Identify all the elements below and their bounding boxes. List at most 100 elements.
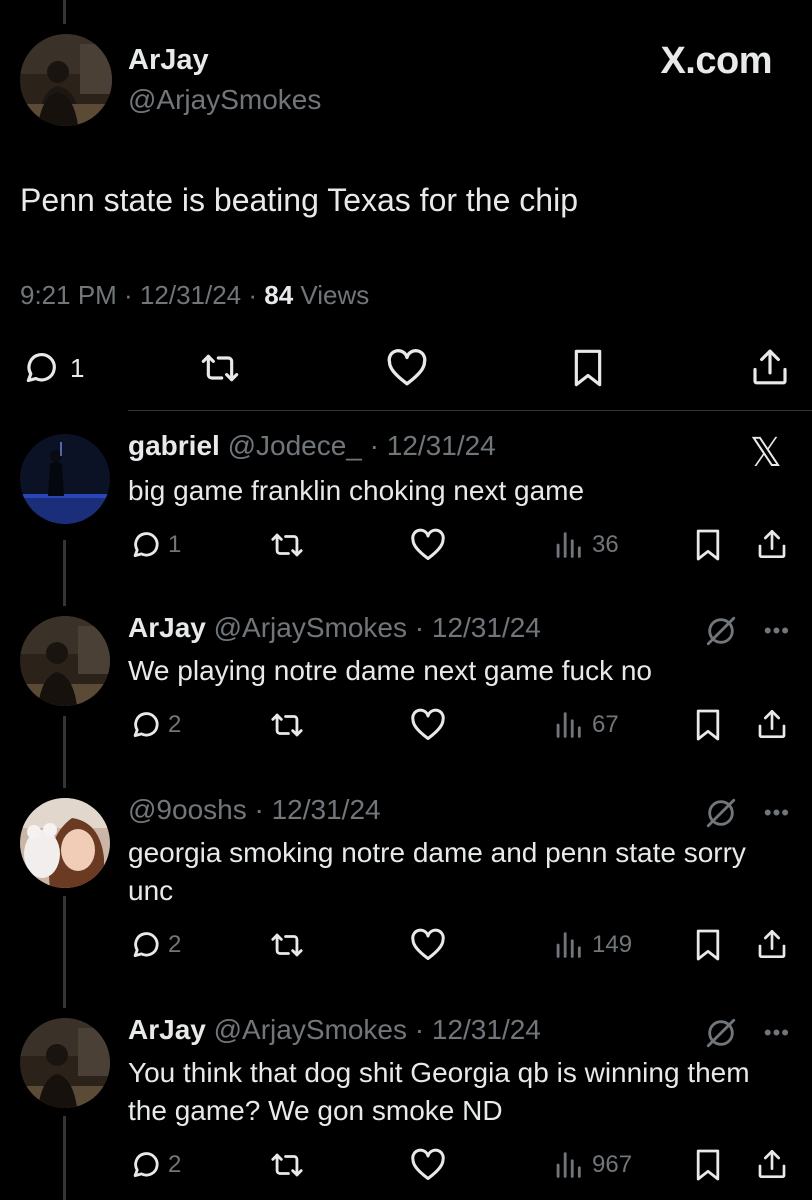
author-name[interactable]: ArJay	[128, 44, 209, 77]
reply-header: ArJay @ArjaySmokes · 12/31/24	[128, 1014, 541, 1046]
bookmark-button[interactable]	[694, 708, 722, 742]
reply-button[interactable]: 2	[128, 708, 181, 742]
heart-icon	[410, 528, 446, 562]
views-button[interactable]: 67	[552, 708, 619, 742]
reply-icon	[128, 1148, 162, 1182]
retweet-button[interactable]	[268, 528, 306, 562]
share-icon	[756, 526, 788, 562]
share-icon	[756, 706, 788, 742]
post-meta: 9:21 PM · 12/31/24 · 84 Views	[20, 280, 369, 311]
views-count: 36	[592, 531, 619, 558]
reply-text: georgia smoking notre dame and penn stat…	[128, 837, 746, 906]
bookmark-button[interactable]	[694, 528, 722, 562]
reply-count: 1	[70, 352, 85, 383]
post-time[interactable]: 9:21 PM · 12/31/24 ·	[20, 280, 264, 310]
retweet-button[interactable]	[268, 1148, 306, 1182]
reply-icon	[128, 528, 162, 562]
bookmark-button[interactable]	[570, 348, 606, 388]
avatar[interactable]	[20, 798, 110, 888]
author-handle-date[interactable]: @ArjaySmokes · 12/31/24	[214, 612, 541, 643]
reply-actions: 1 36	[0, 526, 812, 566]
views-icon	[552, 708, 584, 742]
reply-actions: 2 967	[0, 1146, 812, 1186]
reply-text: big game franklin choking next game	[128, 475, 585, 506]
retweet-icon	[268, 928, 306, 962]
grok-icon[interactable]	[704, 1016, 738, 1055]
reply-text: We playing notre dame next game fuck no	[128, 655, 653, 686]
views-count: 84	[264, 280, 294, 310]
share-icon	[756, 1146, 788, 1182]
share-icon	[756, 926, 788, 962]
post-actions: 1	[0, 344, 812, 394]
like-button[interactable]	[410, 708, 446, 742]
share-button[interactable]	[750, 346, 790, 388]
more-icon[interactable]: •••	[764, 618, 790, 644]
avatar[interactable]	[20, 34, 112, 126]
reply-button[interactable]: 2	[128, 928, 181, 962]
avatar[interactable]	[20, 434, 110, 524]
retweet-button[interactable]	[268, 928, 306, 962]
retweet-icon	[198, 348, 242, 388]
share-button[interactable]	[756, 526, 788, 562]
views-icon	[552, 1148, 584, 1182]
grok-icon[interactable]	[704, 614, 738, 653]
heart-icon	[410, 1148, 446, 1182]
site-watermark: X.com	[660, 40, 772, 82]
bookmark-icon	[570, 348, 606, 388]
divider	[128, 410, 812, 411]
views-icon	[552, 928, 584, 962]
share-button[interactable]	[756, 706, 788, 742]
like-button[interactable]	[410, 528, 446, 562]
like-button[interactable]	[410, 1148, 446, 1182]
thread-line-top	[63, 0, 66, 24]
bookmark-button[interactable]	[694, 928, 722, 962]
post-text: Penn state is beating Texas for the chip	[20, 182, 578, 218]
like-button[interactable]	[386, 348, 428, 388]
avatar[interactable]	[20, 616, 110, 706]
more-icon[interactable]: •••	[764, 1020, 790, 1046]
author-handle-date[interactable]: @ArjaySmokes · 12/31/24	[214, 1014, 541, 1045]
author-handle-date[interactable]: @Jodece_ · 12/31/24	[228, 430, 496, 461]
reply-button[interactable]: 1	[128, 528, 181, 562]
bookmark-button[interactable]	[694, 1148, 722, 1182]
views-button[interactable]: 967	[552, 1148, 632, 1182]
x-logo-icon[interactable]: 𝕏	[750, 430, 782, 476]
retweet-button[interactable]	[198, 348, 242, 388]
author-name[interactable]: ArJay	[128, 612, 206, 643]
bookmark-icon	[694, 928, 722, 962]
reply-icon	[20, 348, 60, 388]
reply-count: 2	[168, 931, 182, 958]
reply-text: You think that dog shit Georgia qb is wi…	[128, 1057, 750, 1126]
retweet-icon	[268, 1148, 306, 1182]
author-name[interactable]: ArJay	[128, 1014, 206, 1045]
heart-icon	[410, 708, 446, 742]
reply-actions: 2 67	[0, 706, 812, 746]
reply-header: gabriel @Jodece_ · 12/31/24	[128, 430, 496, 462]
author-handle[interactable]: @ArjaySmokes	[128, 84, 321, 116]
retweet-icon	[268, 708, 306, 742]
retweet-button[interactable]	[268, 708, 306, 742]
more-icon[interactable]: •••	[764, 800, 790, 826]
views-label: Views	[293, 280, 370, 310]
grok-icon[interactable]	[704, 796, 738, 835]
share-button[interactable]	[756, 926, 788, 962]
views-count: 967	[592, 1151, 633, 1178]
views-button[interactable]: 36	[552, 528, 619, 562]
heart-icon	[410, 928, 446, 962]
reply-icon	[128, 708, 162, 742]
share-button[interactable]	[756, 1146, 788, 1182]
like-button[interactable]	[410, 928, 446, 962]
share-icon	[750, 346, 790, 388]
reply-button[interactable]: 1	[20, 348, 84, 388]
views-button[interactable]: 149	[552, 928, 632, 962]
reply-count: 2	[168, 711, 182, 738]
reply-icon	[128, 928, 162, 962]
retweet-icon	[268, 528, 306, 562]
views-icon	[552, 528, 584, 562]
avatar[interactable]	[20, 1018, 110, 1108]
views-count: 149	[592, 931, 633, 958]
reply-button[interactable]: 2	[128, 1148, 181, 1182]
author-handle-date[interactable]: @9ooshs · 12/31/24	[128, 794, 381, 825]
reply-header: ArJay @ArjaySmokes · 12/31/24	[128, 612, 541, 644]
author-name[interactable]: gabriel	[128, 430, 220, 461]
